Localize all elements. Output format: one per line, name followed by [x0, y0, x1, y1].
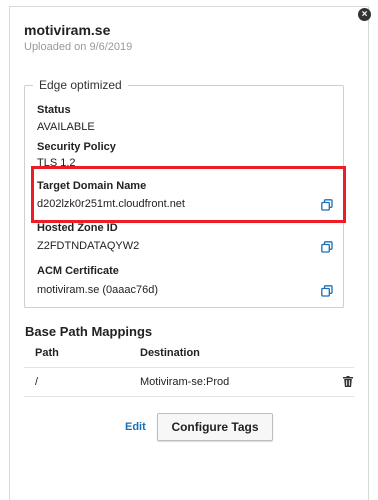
copy-icon[interactable]: [321, 241, 333, 253]
table-divider: [24, 367, 354, 368]
trash-icon[interactable]: [343, 376, 353, 387]
base-path-mappings-title: Base Path Mappings: [25, 324, 153, 339]
close-icon[interactable]: ×: [358, 8, 371, 21]
hosted-zone-label: Hosted Zone ID: [37, 222, 118, 234]
edit-link[interactable]: Edit: [125, 421, 146, 433]
destination-cell: Motiviram-se:Prod: [140, 376, 230, 388]
path-column-header: Path: [35, 347, 59, 359]
acm-certificate-label: ACM Certificate: [37, 265, 119, 277]
security-policy-label: Security Policy: [37, 141, 116, 153]
edge-optimized-legend: Edge optimized: [33, 78, 128, 92]
acm-certificate-value: motiviram.se (0aaac76d): [37, 284, 159, 296]
destination-column-header: Destination: [140, 347, 200, 359]
card-title: motiviram.se: [24, 22, 111, 38]
target-domain-label: Target Domain Name: [37, 180, 147, 192]
card-subtitle: Uploaded on 9/6/2019: [24, 41, 133, 53]
copy-icon[interactable]: [321, 199, 333, 211]
hosted-zone-value: Z2FDTNDATAQYW2: [37, 240, 140, 252]
status-value: AVAILABLE: [37, 121, 95, 133]
status-label: Status: [37, 104, 71, 116]
target-domain-value: d202lzk0r251mt.cloudfront.net: [37, 198, 185, 210]
table-divider: [24, 396, 354, 397]
copy-icon[interactable]: [321, 285, 333, 297]
configure-tags-button[interactable]: Configure Tags: [157, 413, 273, 441]
security-policy-value: TLS 1.2: [37, 157, 76, 169]
path-cell: /: [35, 376, 39, 388]
